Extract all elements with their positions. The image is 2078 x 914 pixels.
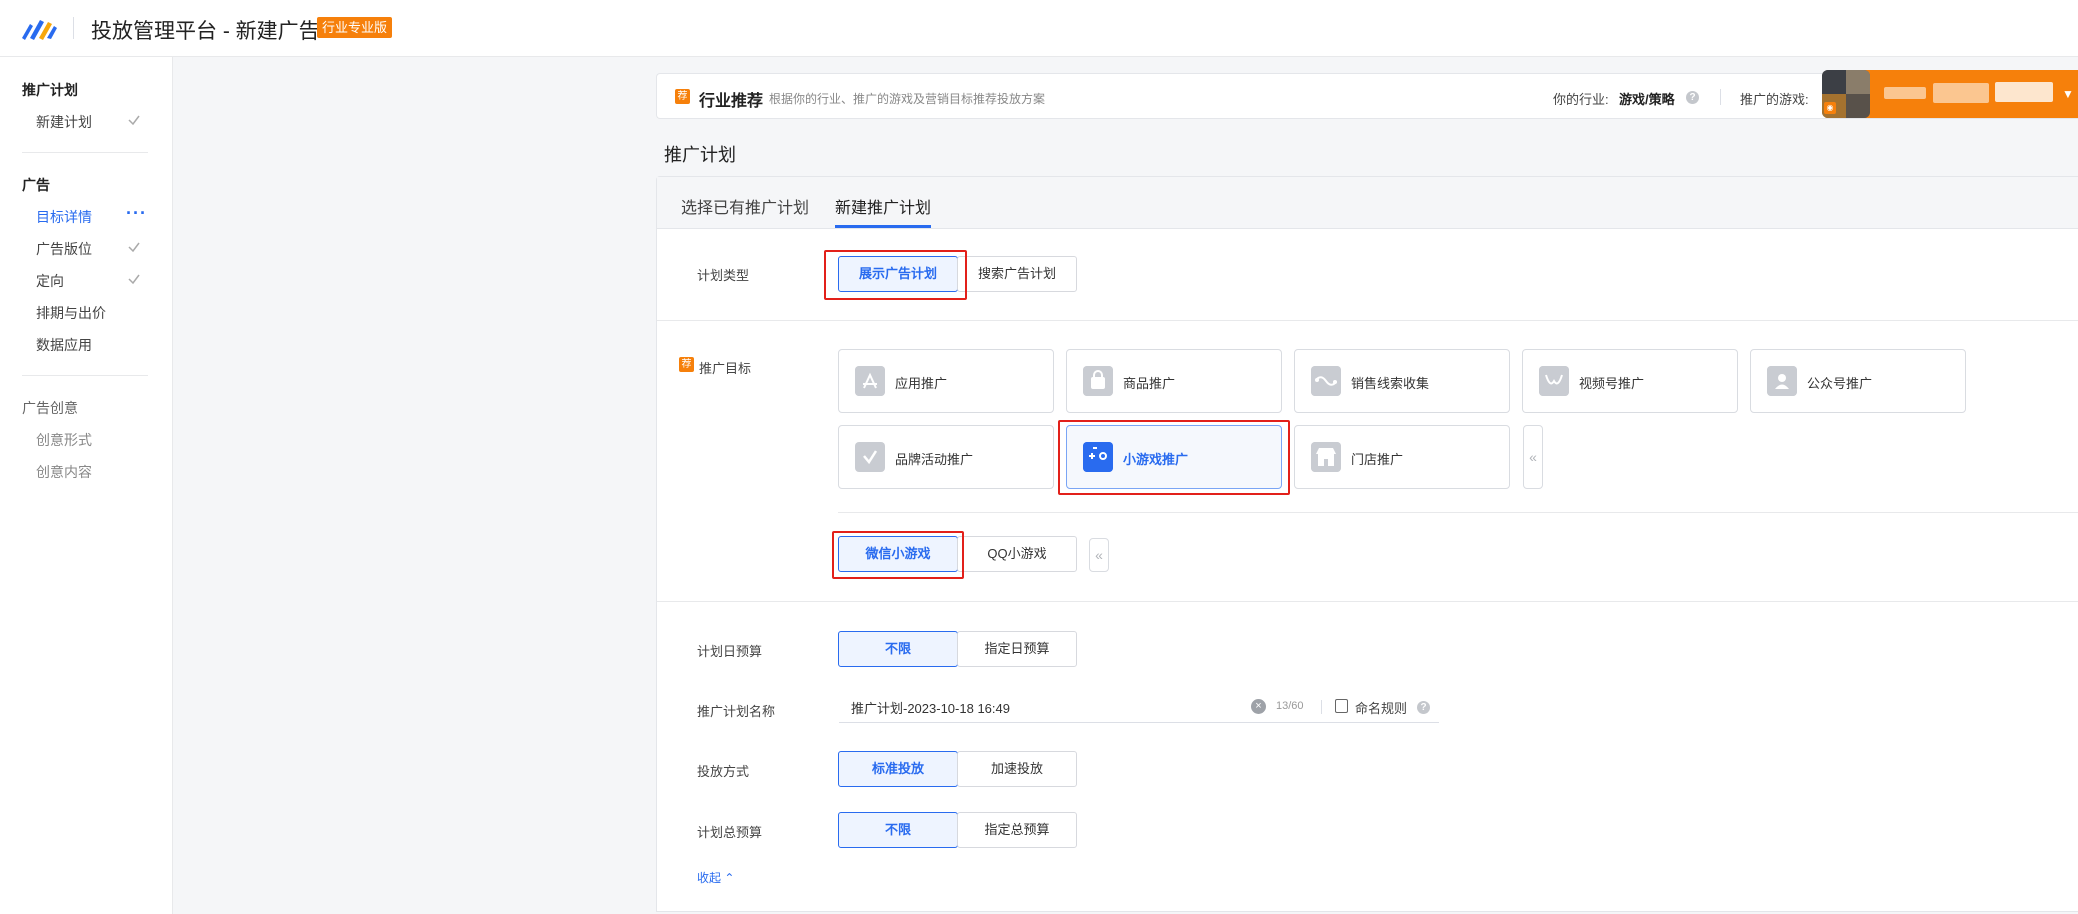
tab-new-plan[interactable]: 新建推广计划 [835,194,931,218]
sidebar-item-creative-content[interactable]: 创意内容 [36,462,92,482]
game-badge-icon: ◉ [1824,102,1836,114]
char-counter: 13/60 [1276,700,1304,712]
clear-icon[interactable]: × [1251,699,1266,714]
shopping-bag-icon [1083,366,1113,396]
daily-budget-label: 计划日预算 [697,644,763,659]
sidebar-item-new-plan[interactable]: 新建计划 [36,112,92,132]
sidebar-section-plan: 推广计划 [22,82,78,98]
goal-card-leads[interactable]: 销售线索收集 [1294,349,1510,413]
top-header: 投放管理平台 - 新建广告 行业专业版 [0,0,2078,57]
channels-icon [1539,366,1569,396]
total-budget-unlimited-option[interactable]: 不限 [838,812,958,848]
goal-card-product[interactable]: 商品推广 [1066,349,1282,413]
section-divider [657,320,2078,321]
recommend-icon: 荐 [675,89,690,104]
goal-card-brand[interactable]: 品牌活动推广 [838,425,1054,489]
highlight-box [832,531,964,579]
industry-label: 你的行业: [1553,92,1609,107]
redacted-text [1933,83,1989,103]
accelerated-delivery-option[interactable]: 加速投放 [957,751,1077,787]
goal-card-label: 门店推广 [1351,452,1404,467]
sidebar-divider [22,375,148,376]
page-title: 投放管理平台 - 新建广告 [91,20,320,43]
delivery-label: 投放方式 [697,764,750,779]
brand-check-icon [855,442,885,472]
plan-name-input[interactable]: 推广计划-2023-10-18 16:49 × 13/60 命名规则 ? [839,689,1439,723]
search-ad-plan-option[interactable]: 搜索广告计划 [957,256,1077,292]
redacted-text [1884,87,1926,99]
sidebar-item-targeting[interactable]: 定向 [36,271,64,291]
plan-panel: 选择已有推广计划 新建推广计划 计划类型 展示广告计划 搜索广告计划 荐 推广目… [656,176,2078,912]
total-budget-label: 计划总预算 [697,825,763,840]
daily-budget-unlimited-option[interactable]: 不限 [838,631,958,667]
sidebar-section-ad: 广告 [22,177,50,193]
platform-logo-icon[interactable] [20,14,60,42]
daily-budget-specified-option[interactable]: 指定日预算 [957,631,1077,667]
goal-card-channels[interactable]: 视频号推广 [1522,349,1738,413]
plan-name-label: 推广计划名称 [697,704,776,719]
goal-card-label: 视频号推广 [1579,376,1645,391]
industry-value: 游戏/策略 [1619,92,1675,107]
promoted-game-label: 推广的游戏: [1740,92,1809,107]
subsection-divider [838,512,2078,513]
collapse-goals-button[interactable]: « [1523,425,1543,489]
goal-card-store[interactable]: 门店推广 [1294,425,1510,489]
app-store-icon [855,366,885,396]
check-icon [128,274,140,285]
game-avatar: ◉ [1822,70,1870,118]
recommend-divider [1720,89,1721,105]
goal-card-app[interactable]: 应用推广 [838,349,1054,413]
goal-card-label: 销售线索收集 [1351,376,1430,391]
collapse-subgoal-button[interactable]: « [1089,538,1109,572]
recommend-icon: 荐 [679,357,694,372]
highlight-box [824,250,967,300]
store-icon [1311,442,1341,472]
header-divider [73,17,74,39]
plan-type-label: 计划类型 [697,268,750,283]
sidebar-nav: 推广计划 新建计划 广告 目标详情 ··· 广告版位 定向 排期与出价 数据应用… [0,57,173,914]
naming-rule-link[interactable]: 命名规则 [1355,698,1407,717]
recommend-desc: 根据你的行业、推广的游戏及营销目标推荐投放方案 [769,92,1046,106]
sidebar-item-target-detail[interactable]: 目标详情 [36,207,92,227]
naming-rule-icon[interactable] [1335,699,1348,713]
goal-card-label: 商品推广 [1123,376,1176,391]
check-icon [128,242,140,253]
goal-card-label: 公众号推广 [1807,376,1873,391]
sidebar-item-placement[interactable]: 广告版位 [36,239,92,259]
edition-badge: 行业专业版 [317,17,393,38]
sidebar-item-creative-format[interactable]: 创意形式 [36,430,92,450]
input-divider [1321,700,1322,714]
qq-mini-game-option[interactable]: QQ小游戏 [957,536,1077,572]
goal-label: 推广目标 [699,361,752,376]
active-tab-indicator [835,225,931,228]
redacted-text [1995,82,2053,102]
highlight-box [1058,420,1290,495]
section-title: 推广计划 [664,145,736,165]
goal-card-label: 应用推广 [895,376,948,391]
standard-delivery-option[interactable]: 标准投放 [838,751,958,787]
recommend-title: 行业推荐 [699,93,764,110]
help-icon[interactable]: ? [1417,701,1430,714]
help-icon[interactable]: ? [1686,91,1699,104]
goal-card-label: 品牌活动推广 [895,452,974,467]
check-icon [128,115,140,126]
tab-choose-existing[interactable]: 选择已有推广计划 [681,194,809,218]
plan-name-value: 推广计划-2023-10-18 16:49 [851,701,1010,716]
sidebar-divider [22,152,148,153]
sidebar-section-creative: 广告创意 [22,400,78,416]
leads-wave-icon [1311,366,1341,396]
collapse-link[interactable]: 收起 ⌃ [697,869,734,886]
plan-tabs: 选择已有推广计划 新建推广计划 [657,177,2078,229]
in-progress-dots-icon: ··· [126,203,147,223]
sidebar-item-schedule-bid[interactable]: 排期与出价 [36,303,106,323]
total-budget-specified-option[interactable]: 指定总预算 [957,812,1077,848]
goal-card-official-account[interactable]: 公众号推广 [1750,349,1966,413]
chevron-down-icon[interactable]: ▼ [2062,87,2074,101]
sidebar-item-data-app[interactable]: 数据应用 [36,335,92,355]
section-divider [657,601,2078,602]
official-account-icon [1767,366,1797,396]
